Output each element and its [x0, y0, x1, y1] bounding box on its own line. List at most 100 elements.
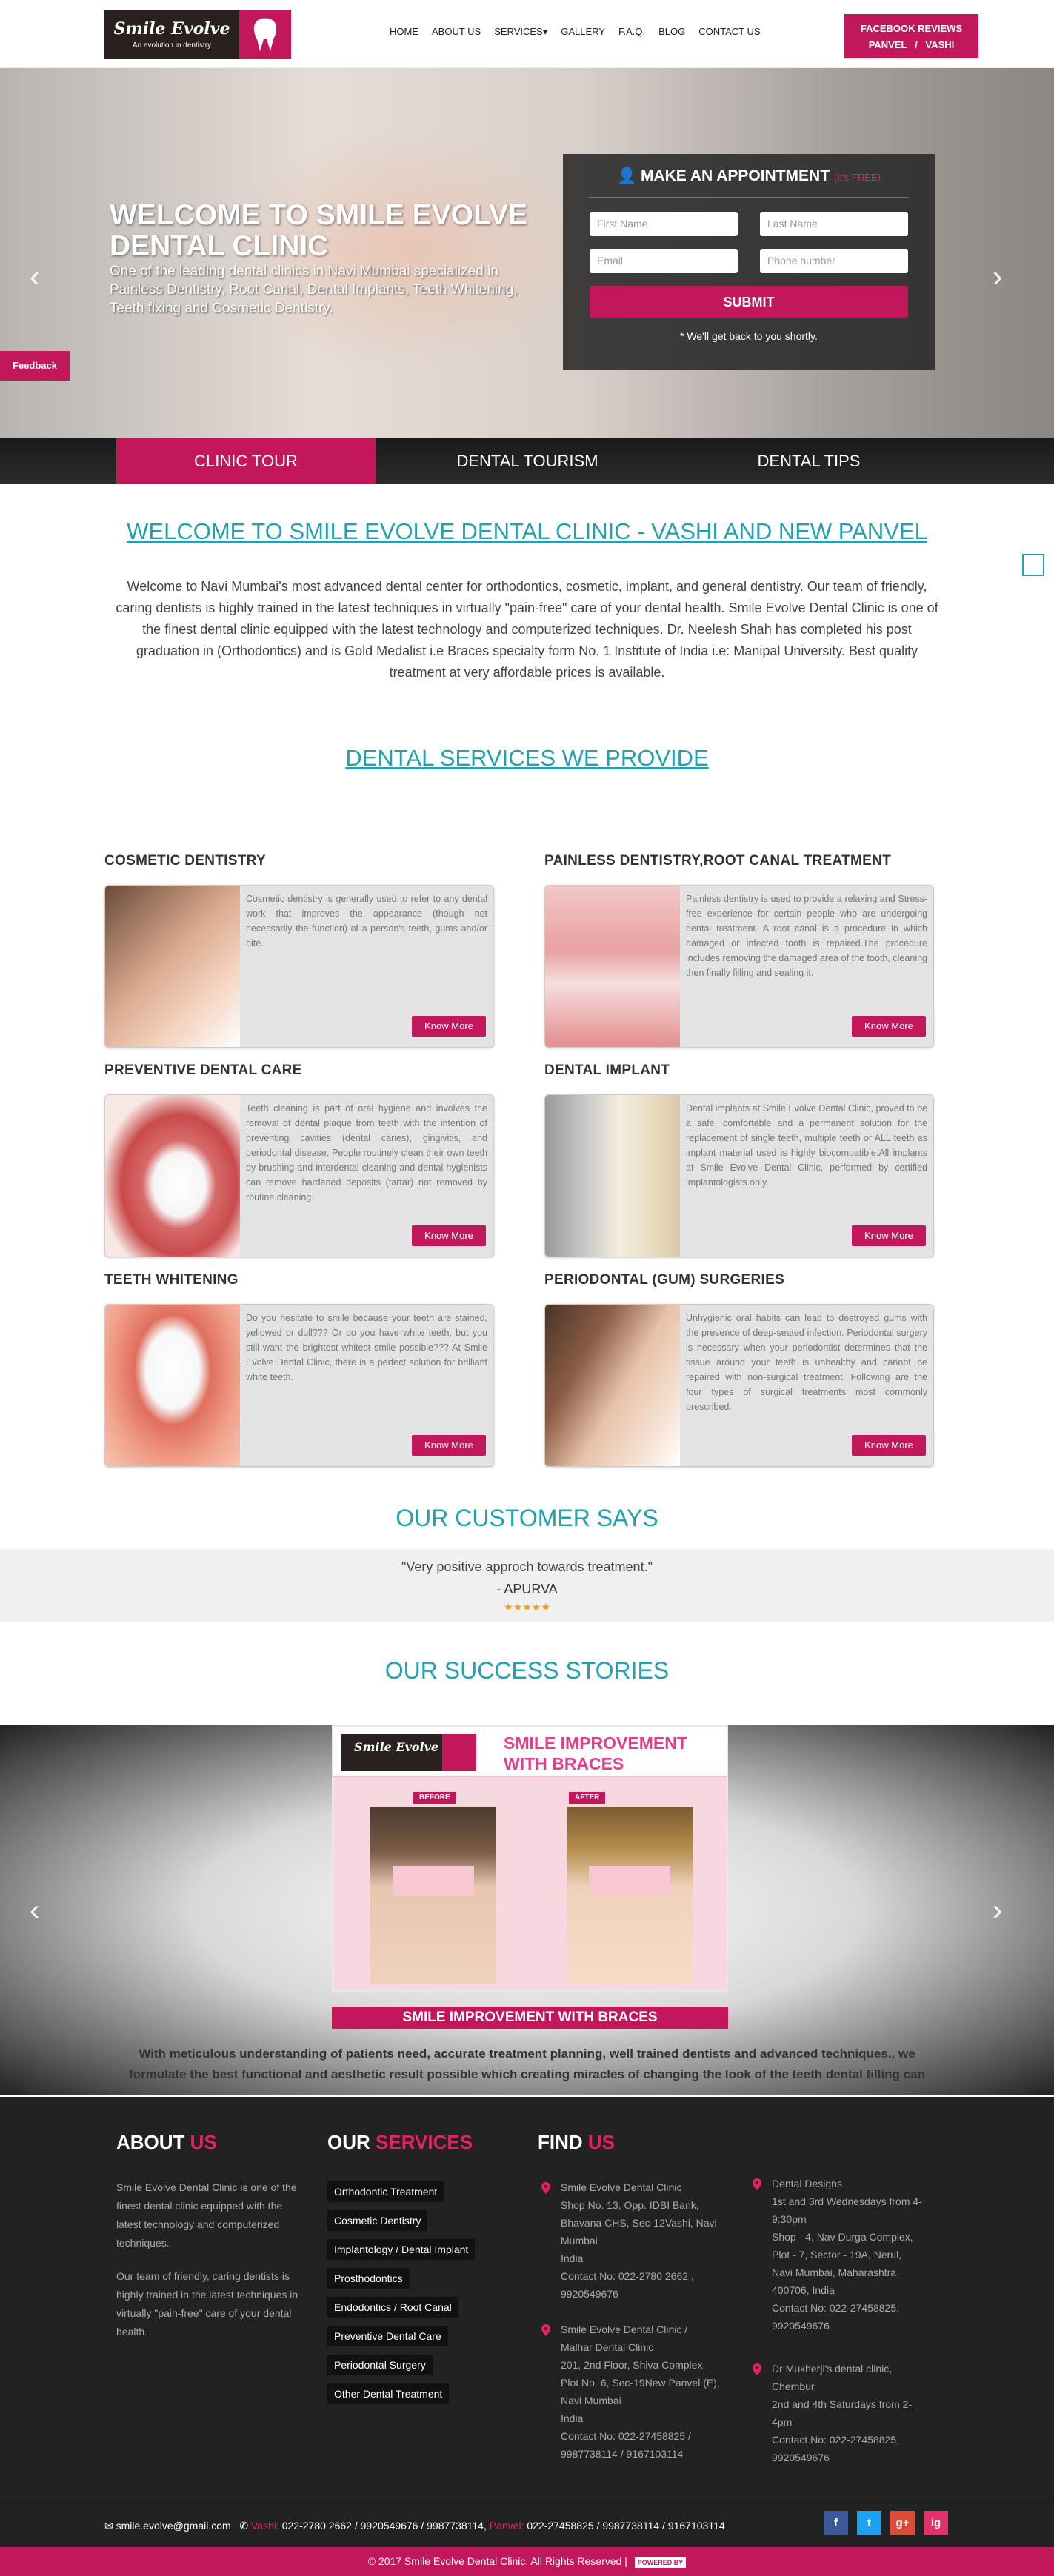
footer-about-title-accent: US	[190, 2131, 217, 2153]
service-image	[545, 886, 680, 1047]
map-pin-icon	[541, 2182, 550, 2194]
phone-field[interactable]: Phone number	[760, 249, 908, 273]
nav-faq[interactable]: F.A.Q.	[612, 26, 652, 38]
twitter-icon[interactable]: t	[857, 2511, 881, 2535]
nav-services[interactable]: SERVICES▾	[487, 26, 554, 38]
copyright-text: © 2017 Smile Evolve Dental Clinic. All R…	[367, 2555, 627, 2567]
know-more-button[interactable]: Know More	[852, 1435, 926, 1456]
tab-dental-tips[interactable]: DENTAL TIPS	[679, 438, 938, 484]
map-pin-icon	[753, 2178, 761, 2190]
feedback-button[interactable]: Feedback	[0, 351, 70, 381]
site-logo[interactable]: Smile Evolve An evolution in dentistry	[104, 10, 291, 59]
footer-find-title-accent: US	[587, 2131, 616, 2153]
nav-about[interactable]: ABOUT US	[425, 26, 487, 38]
rating-stars: ★★★★★	[504, 1601, 550, 1613]
service-text: Painless dentistry is used to provide a …	[686, 894, 927, 978]
footer-find-title-text: FIND	[538, 2131, 583, 2153]
before-photo	[370, 1807, 496, 1984]
service-card: Do you hesitate to smile because your te…	[104, 1304, 494, 1467]
facebook-reviews-button[interactable]: FACEBOOK REVIEWS PANVEL / VASHI	[844, 14, 978, 58]
instagram-icon[interactable]: ig	[924, 2511, 948, 2535]
services-title: DENTAL SERVICES WE PROVIDE	[345, 745, 709, 771]
location-chembur: Dr Mukherji's dental clinic, Chembur 2nd…	[772, 2363, 913, 2463]
google-plus-icon[interactable]: g+	[890, 2511, 915, 2535]
service-image	[105, 1305, 240, 1466]
eye-mask	[393, 1866, 474, 1896]
nav-contact[interactable]: CONTACT US	[692, 26, 767, 38]
location-panvel: Smile Evolve Dental Clinic / Malhar Dent…	[561, 2324, 720, 2460]
appointment-free: (It's FREE)	[833, 172, 881, 183]
appointment-note: * We'll get back to you shortly.	[680, 330, 818, 342]
know-more-button[interactable]: Know More	[412, 1225, 486, 1246]
submit-button[interactable]: SUBMIT	[590, 286, 908, 318]
footer-service-link[interactable]: Orthodontic Treatment	[327, 2181, 444, 2202]
footer-contact: ✉ smile.evolve@gmail.com ✆ Vashi: 022-27…	[104, 2520, 725, 2532]
eye-mask	[589, 1866, 670, 1896]
service-title: TEETH WHITENING	[104, 1272, 239, 1288]
map-pin-icon	[753, 2363, 761, 2375]
appointment-title: 👤 MAKE AN APPOINTMENT (It's FREE)	[563, 167, 935, 185]
welcome-text: Welcome to Navi Mumbai's most advanced d…	[116, 579, 938, 680]
nav-services-label: SERVICES	[494, 26, 543, 37]
know-more-button[interactable]: Know More	[852, 1225, 926, 1246]
logo-tagline: An evolution in dentistry	[132, 41, 212, 50]
footer-service-link[interactable]: Cosmetic Dentistry	[327, 2210, 428, 2231]
footer-about-text: Our team of friendly, caring dentists is…	[116, 2270, 298, 2338]
location-vashi: Smile Evolve Dental Clinic Shop No. 13, …	[561, 2181, 717, 2300]
footer-about-title-text: ABOUT	[116, 2131, 185, 2153]
footer-service-link[interactable]: Other Dental Treatment	[327, 2383, 450, 2404]
panvel-label: Panvel:	[489, 2520, 524, 2532]
success-caption: SMILE IMPROVEMENT WITH BRACES	[332, 2007, 728, 2029]
slider-prev-icon[interactable]: ‹	[30, 262, 39, 292]
first-name-field[interactable]: First Name	[590, 212, 738, 236]
service-text: Dental implants at Smile Evolve Dental C…	[686, 1103, 927, 1188]
after-photo	[567, 1807, 693, 1984]
vashi-phones: 022-2780 2662 / 9920549676 / 9987738114,	[281, 2520, 487, 2532]
caret-down-icon: ▾	[542, 26, 548, 37]
footer-service-link[interactable]: Prosthodontics	[327, 2268, 410, 2289]
service-image	[545, 1305, 680, 1466]
know-more-button[interactable]: Know More	[852, 1016, 926, 1037]
tab-clinic-tour[interactable]: CLINIC TOUR	[116, 438, 376, 484]
service-card: Cosmetic dentistry is generally used to …	[104, 885, 494, 1048]
footer-email[interactable]: smile.evolve@gmail.com	[116, 2520, 231, 2532]
footer-service-link[interactable]: Periodontal Surgery	[327, 2355, 433, 2375]
service-text: Unhygienic oral habits can lead to destr…	[686, 1313, 927, 1412]
tooth-icon	[442, 1734, 476, 1771]
welcome-title: WELCOME TO SMILE EVOLVE DENTAL CLINIC - …	[127, 518, 927, 544]
nav-blog[interactable]: BLOG	[652, 26, 692, 38]
footer-service-link[interactable]: Preventive Dental Care	[327, 2326, 448, 2346]
know-more-button[interactable]: Know More	[412, 1435, 486, 1456]
hero-slider: WELCOME TO SMILE EVOLVE DENTAL CLINIC On…	[0, 68, 1054, 438]
success-banner: SMILE IMPROVEMENT WITH BRACES	[504, 1733, 687, 1773]
last-name-field[interactable]: Last Name	[760, 212, 908, 236]
slider-prev-icon[interactable]: ‹	[30, 1896, 39, 1925]
service-image	[545, 1095, 680, 1257]
service-title: PAINLESS DENTISTRY,ROOT CANAL TREATMENT	[544, 853, 892, 869]
fb-links[interactable]: PANVEL / VASHI	[844, 37, 978, 53]
footer-services-title-text: OUR	[327, 2131, 370, 2153]
phone-icon: ✆	[239, 2520, 249, 2532]
know-more-button[interactable]: Know More	[412, 1016, 486, 1037]
testimonial-quote: "Very positive approch towards treatment…	[401, 1559, 653, 1574]
success-image-header: Smile Evolve SMILE IMPROVEMENT WITH BRAC…	[333, 1727, 727, 1777]
facebook-icon[interactable]: f	[824, 2511, 848, 2535]
nav-gallery[interactable]: GALLERY	[554, 26, 612, 38]
testimonial-author: - APURVA	[496, 1582, 558, 1596]
footer-services-title: OUR SERVICES	[327, 2131, 473, 2154]
nav-home[interactable]: HOME	[383, 26, 425, 38]
service-title: COSMETIC DENTISTRY	[104, 853, 266, 869]
slider-next-icon[interactable]: ›	[993, 262, 1002, 292]
feature-tabs: CLINIC TOUR DENTAL TOURISM DENTAL TIPS	[0, 438, 1054, 484]
service-title: DENTAL IMPLANT	[544, 1063, 670, 1078]
before-label: BEFORE	[413, 1792, 456, 1804]
hero-subtitle: One of the leading dental clinics in Nav…	[110, 264, 518, 316]
service-title: PREVENTIVE DENTAL CARE	[104, 1063, 302, 1078]
footer-service-link[interactable]: Endodontics / Root Canal	[327, 2297, 458, 2318]
share-icon[interactable]	[1022, 554, 1044, 576]
tab-dental-tourism[interactable]: DENTAL TOURISM	[398, 438, 657, 484]
slider-next-icon[interactable]: ›	[993, 1896, 1002, 1925]
powered-by[interactable]: POWERED BY	[634, 2557, 687, 2568]
footer-service-link[interactable]: Implantology / Dental Implant	[327, 2239, 476, 2260]
email-field[interactable]: Email	[590, 249, 738, 273]
